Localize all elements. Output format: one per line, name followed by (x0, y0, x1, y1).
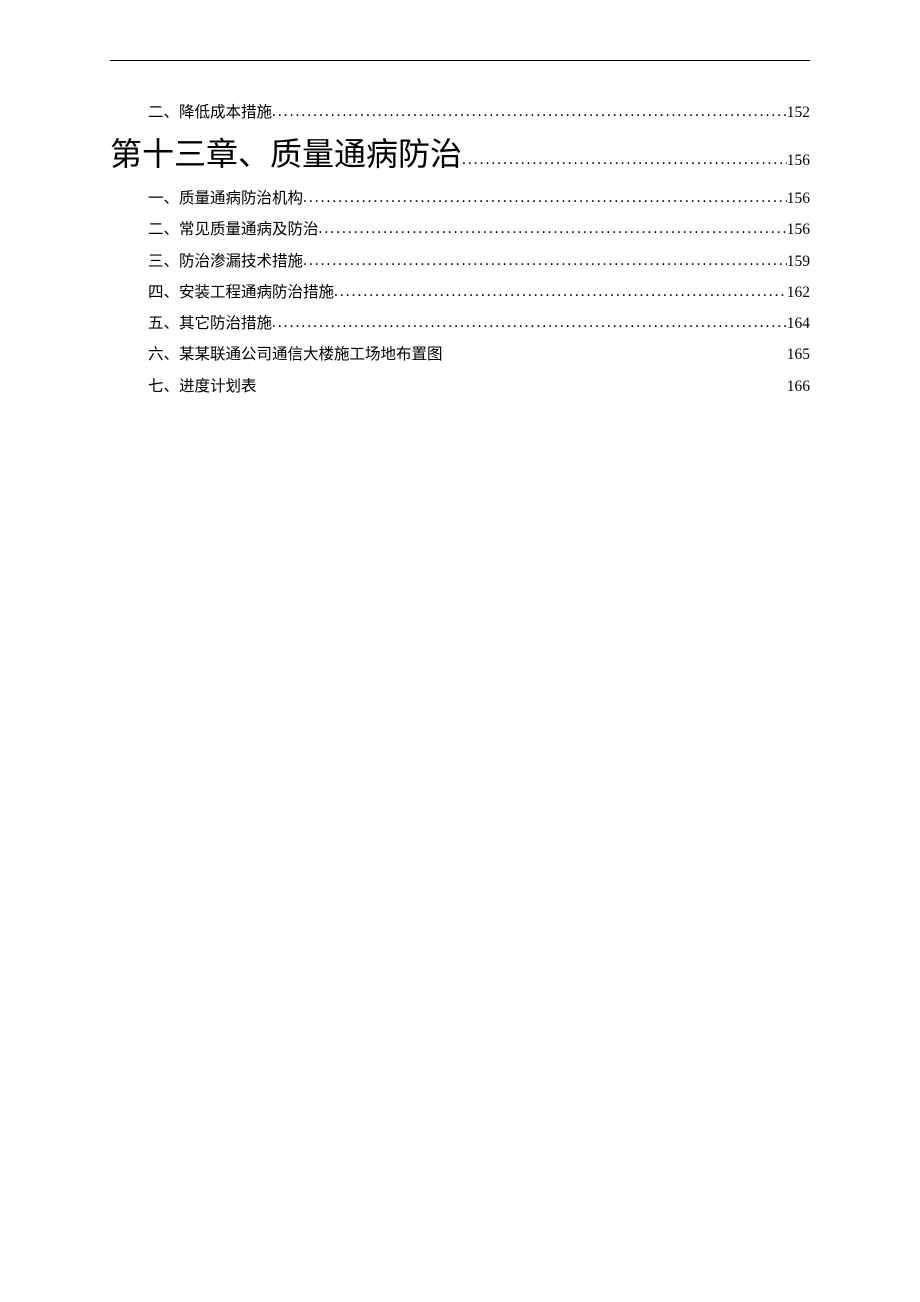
toc-dots (303, 187, 787, 209)
toc-title: 五、其它防治措施 (148, 312, 272, 335)
toc-dots (334, 281, 787, 303)
toc-dots (319, 218, 787, 240)
toc-page: 156 (787, 150, 810, 172)
toc-title: 六、某某联通公司通信大楼施工场地布置图 (148, 343, 443, 366)
toc-page: 164 (787, 312, 810, 335)
toc-entry: 六、某某联通公司通信大楼施工场地布置图 165 (110, 343, 810, 366)
toc-page: 156 (787, 218, 810, 241)
toc-title: 一、质量通病防治机构 (148, 187, 303, 210)
toc-title: 第十三章、质量通病防治 (110, 132, 462, 177)
toc-page: 162 (787, 281, 810, 304)
toc-page: 152 (787, 101, 810, 124)
toc-entry: 五、其它防治措施 164 (110, 312, 810, 335)
page-container: 二、降低成本措施 152 第十三章、质量通病防治 156 一、质量通病防治机构 … (0, 0, 920, 398)
toc-entry: 二、降低成本措施 152 (110, 101, 810, 124)
toc-dots (303, 250, 787, 272)
toc-dots (272, 312, 787, 334)
toc-title: 三、防治渗漏技术措施 (148, 250, 303, 273)
toc-page: 166 (787, 375, 810, 398)
toc-dots (272, 101, 787, 123)
toc-entry: 四、安装工程通病防治措施 162 (110, 281, 810, 304)
toc-dots (462, 149, 787, 171)
toc-chapter-heading: 第十三章、质量通病防治 156 (110, 132, 810, 177)
toc-entry: 七、进度计划表 166 (110, 375, 810, 398)
toc-title: 四、安装工程通病防治措施 (148, 281, 334, 304)
toc-page: 165 (787, 343, 810, 366)
toc-entry: 一、质量通病防治机构 156 (110, 187, 810, 210)
toc-entry: 二、常见质量通病及防治 156 (110, 218, 810, 241)
toc-page: 159 (787, 250, 810, 273)
toc-page: 156 (787, 187, 810, 210)
toc-entry: 三、防治渗漏技术措施 159 (110, 250, 810, 273)
toc-title: 二、降低成本措施 (148, 101, 272, 124)
toc-title: 七、进度计划表 (148, 375, 257, 398)
header-rule (110, 60, 810, 61)
toc-title: 二、常见质量通病及防治 (148, 218, 319, 241)
